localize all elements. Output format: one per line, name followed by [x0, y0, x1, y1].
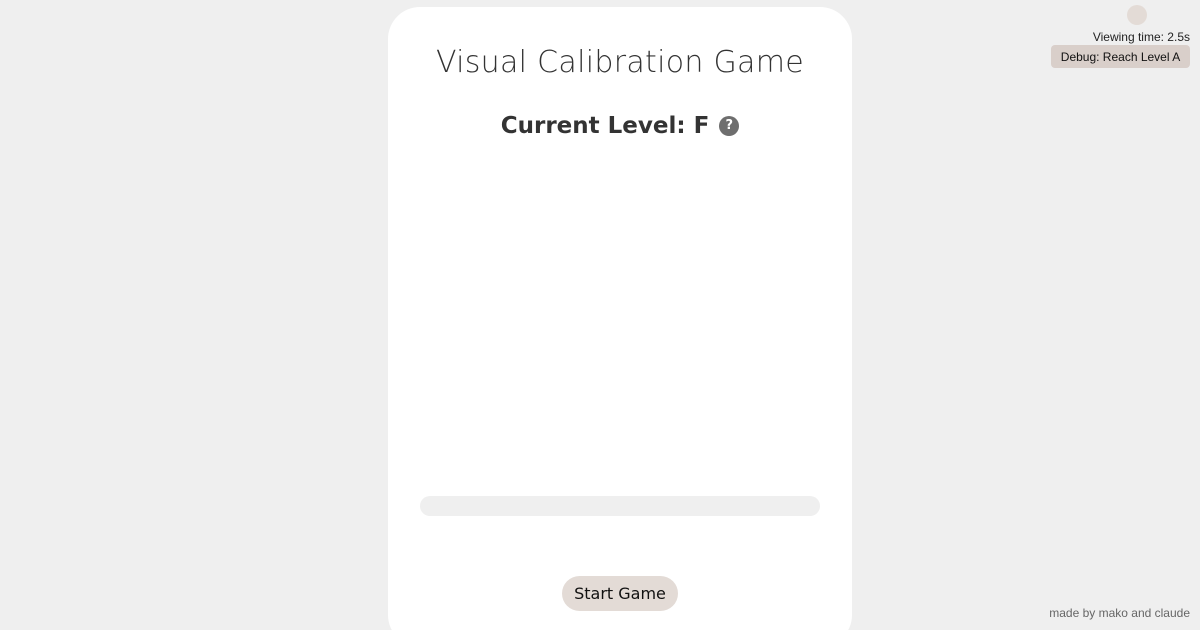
- start-game-button[interactable]: Start Game: [562, 576, 678, 611]
- progress-bar: [420, 496, 820, 516]
- page: Visual Calibration Game Current Level: F…: [0, 0, 1200, 630]
- help-icon[interactable]: ?: [719, 116, 740, 136]
- debug-reach-level-a-button[interactable]: Debug: Reach Level A: [1051, 45, 1190, 68]
- game-card: Visual Calibration Game Current Level: F…: [388, 7, 852, 630]
- viewing-time-label: Viewing time: 2.5s: [1092, 30, 1190, 44]
- game-title: Visual Calibration Game: [435, 45, 805, 80]
- level-row: Current Level: F ?: [388, 113, 852, 139]
- status-dot-icon: [1127, 5, 1147, 25]
- current-level-label: Current Level: F: [500, 113, 710, 139]
- credit-text: made by mako and claude: [1049, 606, 1190, 620]
